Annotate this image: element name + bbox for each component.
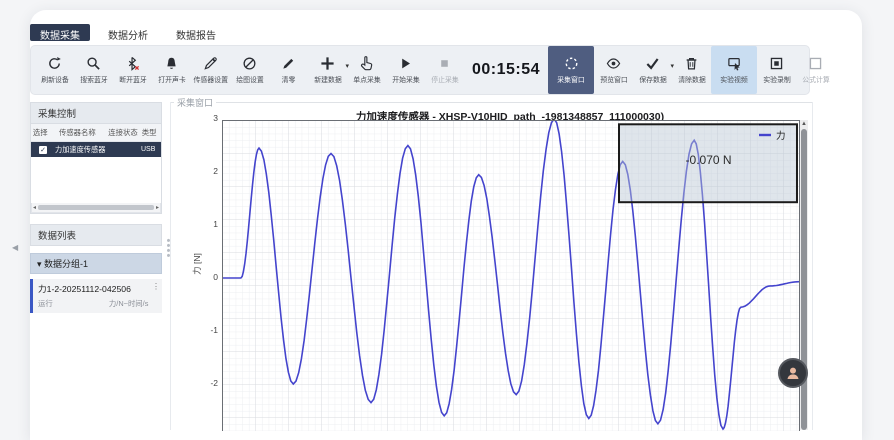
hand-point-icon (359, 56, 374, 71)
person-icon (785, 365, 801, 381)
open-soundcard-button[interactable]: 打开声卡 (152, 46, 191, 94)
check-icon (645, 56, 660, 71)
video-cursor-icon (727, 56, 742, 71)
sidebar-collapse-icon[interactable]: ◀ (12, 243, 18, 252)
stop-icon (437, 56, 452, 71)
chevron-down-icon: ▾ (37, 259, 44, 269)
sensor-settings-icon (203, 56, 218, 71)
dashed-circle-icon (564, 56, 579, 71)
data-list-header: 数据列表 (30, 224, 162, 246)
chart-groupbox-label: 采集窗口 (174, 96, 216, 109)
y-tick: -1 (198, 325, 218, 335)
sensor-table: 选择传感器名称连接状态类型 ✓力加速度传感器USB ◂ ▸ (30, 124, 162, 214)
new-data-button[interactable]: ▾新建数据 (308, 46, 347, 94)
formula-icon (808, 56, 823, 71)
zero-button[interactable]: 清零 (269, 46, 308, 94)
chart-groupbox-border-left (170, 102, 171, 430)
stop-acquisition-button[interactable]: 停止采集 (425, 46, 464, 94)
scrollbar-thumb[interactable] (38, 205, 154, 210)
search-bluetooth-button[interactable]: 搜索蓝牙 (74, 46, 113, 94)
y-tick: -2 (198, 378, 218, 388)
user-avatar-button[interactable] (778, 358, 808, 388)
tab-data-acquisition[interactable]: 数据采集 (30, 24, 90, 41)
capture-window-button[interactable]: 采集窗口 (548, 46, 594, 94)
experiment-video-button[interactable]: 实验视频 (711, 46, 757, 94)
sensor-row[interactable]: ✓力加速度传感器USB (31, 142, 161, 157)
data-list-item[interactable]: 力1-2-20251112-042506⋮运行力/N~时间/s (30, 279, 162, 313)
sensor-table-empty-area (31, 157, 161, 203)
eye-icon (606, 56, 621, 71)
start-acquisition-button[interactable]: 开始采集 (386, 46, 425, 94)
control-panel-header: 采集控制 (30, 102, 162, 124)
sensor-table-rows: ✓力加速度传感器USB (31, 142, 161, 157)
chart-groupbox-border-right (812, 102, 813, 430)
scroll-right-icon[interactable]: ▸ (156, 204, 159, 211)
y-tick: 2 (198, 166, 218, 176)
experiment-record-button[interactable]: 实验录制 (757, 46, 796, 94)
save-data-button[interactable]: ▾保存数据 (633, 46, 672, 94)
sensor-settings-button[interactable]: 传感器设置 (191, 46, 230, 94)
toolbar: 刷新设备搜索蓝牙断开蓝牙打开声卡传感器设置绘图设置清零▾新建数据单点采集开始采集… (30, 45, 810, 95)
data-group-row[interactable]: ▾ 数据分组-1 (30, 253, 162, 274)
y-tick: 3 (198, 113, 218, 123)
single-point-button[interactable]: 单点采集 (347, 46, 386, 94)
y-tick: 1 (198, 219, 218, 229)
bell-icon (164, 56, 179, 71)
item-status: 运行 (38, 298, 53, 308)
record-icon (769, 56, 784, 71)
preview-window-button[interactable]: 预览窗口 (594, 46, 633, 94)
waveform-chart: -0.070 N 力 (223, 121, 799, 431)
pen-icon (281, 56, 296, 71)
chart-plot-area[interactable]: -0.070 N 力 (222, 120, 800, 431)
main-tabbar: 数据采集数据分析数据报告 (30, 24, 226, 41)
tab-data-analysis[interactable]: 数据分析 (98, 24, 158, 41)
disconnect-bluetooth-button[interactable]: 断开蓝牙 (113, 46, 152, 94)
clear-data-button[interactable]: 清除数据 (672, 46, 711, 94)
plot-settings-button[interactable]: 绘图设置 (230, 46, 269, 94)
screen: { "tabs": [ {"name": "tab-data-acquisiti… (0, 0, 894, 420)
refresh-icon (47, 56, 62, 71)
play-icon (398, 56, 413, 71)
plus-icon (320, 56, 335, 71)
sensor-table-header: 选择传感器名称连接状态类型 (31, 124, 161, 142)
bluetooth-off-icon (125, 56, 140, 71)
selection-annotation: -0.070 N (686, 153, 732, 167)
y-tick: 0 (198, 272, 218, 282)
data-list-panel: 数据列表 ▾ 数据分组-1 力1-2-20251112-042506⋮运行力/N… (30, 224, 162, 313)
sidebar: 采集控制 选择传感器名称连接状态类型 ✓力加速度传感器USB ◂ ▸ 数据列表 … (30, 102, 162, 313)
svg-text:力: 力 (776, 130, 786, 142)
trash-icon (684, 56, 699, 71)
acquisition-timer: 00:15:54 (464, 46, 548, 94)
scroll-left-icon[interactable]: ◂ (33, 204, 36, 211)
item-menu-icon[interactable]: ⋮ (152, 282, 160, 291)
chart-groupbox-border (170, 102, 812, 103)
scroll-up-icon[interactable]: ▲ (800, 120, 808, 128)
tab-data-report[interactable]: 数据报告 (166, 24, 226, 41)
item-axes: 力/N~时间/s (109, 298, 148, 308)
checkbox[interactable]: ✓ (39, 146, 47, 154)
data-items: 力1-2-20251112-042506⋮运行力/N~时间/s (30, 279, 162, 313)
plot-settings-icon (242, 56, 257, 71)
formula-calc-button[interactable]: 公式计算 (796, 46, 835, 94)
search-icon (86, 56, 101, 71)
refresh-device-button[interactable]: 刷新设备 (35, 46, 74, 94)
horizontal-scrollbar[interactable]: ◂ ▸ (31, 203, 161, 213)
